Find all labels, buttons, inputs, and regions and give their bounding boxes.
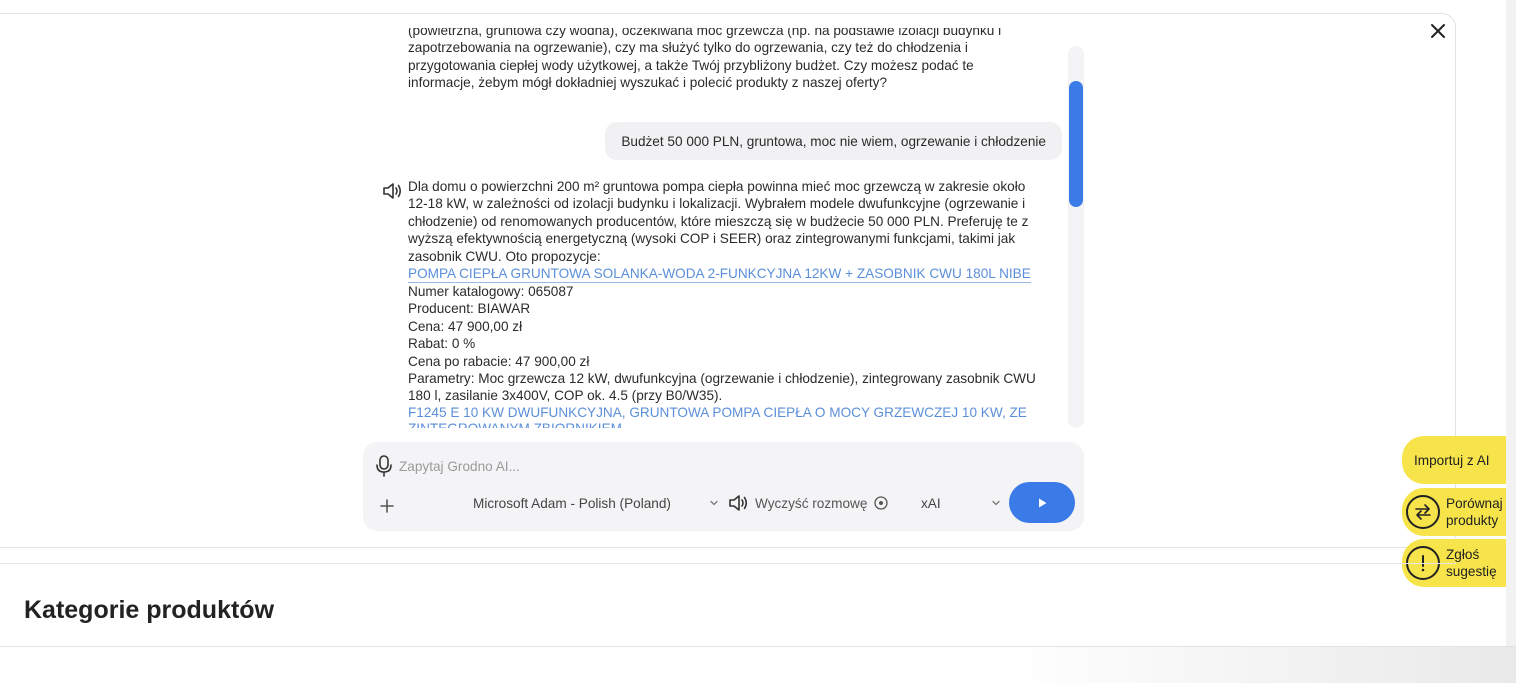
clear-conversation-button[interactable]: Wyczyść rozmowę	[727, 491, 889, 515]
assistant-message-line: zapotrzebowania na ogrzewanie), czy ma s…	[408, 40, 968, 56]
product-link[interactable]: F1245 E 10 KW DWUFUNKCYJNA, GRUNTOWA POM…	[408, 405, 1048, 428]
close-icon	[1431, 24, 1445, 38]
play-icon	[1039, 498, 1047, 507]
section-title: Kategorie produktów	[24, 596, 275, 624]
report-suggestion-label-line2: sugestię	[1446, 564, 1497, 579]
category-strip	[0, 646, 1516, 683]
clear-icon	[874, 496, 889, 510]
import-from-ai-label: Importuj z AI	[1414, 452, 1490, 468]
import-from-ai-button[interactable]: Importuj z AI	[1402, 436, 1516, 484]
assistant-message-line: (powietrzna, gruntowa czy wodna), oczeki…	[408, 28, 1002, 38]
product-parameters: Parametry: Moc grzewcza 12 kW, dwufunkcy…	[408, 371, 1036, 404]
product-link[interactable]: POMPA CIEPŁA GRUNTOWA SOLANKA-WODA 2-FUN…	[408, 266, 1031, 284]
voice-select[interactable]: Microsoft Adam - Polish (Poland)	[473, 491, 719, 515]
chat-input[interactable]	[399, 452, 1059, 480]
compare-icon	[1406, 495, 1440, 529]
assistant-message-previous: (powietrzna, gruntowa czy wodna), oczeki…	[408, 28, 1048, 92]
model-select-value: xAI	[921, 495, 941, 511]
compare-products-label-line1: Porównaj	[1446, 496, 1503, 511]
product-discount: Rabat: 0 %	[408, 336, 476, 352]
send-button[interactable]	[1009, 482, 1075, 523]
product-price-after-discount: Cena po rabacie: 47 900,00 zł	[408, 353, 590, 369]
plus-icon	[380, 499, 394, 513]
divider	[0, 563, 1456, 564]
compare-products-button[interactable]: Porównaj produkty	[1402, 488, 1516, 536]
chevron-down-icon	[710, 500, 718, 506]
add-attachment-button[interactable]	[377, 496, 397, 516]
chevron-down-icon	[992, 500, 1000, 506]
chat-scrollbar-thumb[interactable]	[1069, 81, 1083, 207]
voice-select-value: Microsoft Adam - Polish (Poland)	[473, 495, 671, 511]
compare-products-label-line2: produkty	[1446, 513, 1499, 528]
assistant-message-line: przygotowania ciepłej wody użytkowej, a …	[408, 57, 974, 73]
close-chat-button[interactable]	[1426, 19, 1450, 43]
page: (powietrzna, gruntowa czy wodna), oczeki…	[0, 0, 1516, 683]
assistant-message-line: informacje, żebym mógł dokładniej wyszuk…	[408, 75, 888, 91]
model-select[interactable]: xAI	[921, 491, 1001, 515]
page-scrollbar[interactable]	[1506, 0, 1516, 683]
product-price: Cena: 47 900,00 zł	[408, 318, 523, 334]
clear-conversation-label: Wyczyść rozmowę	[755, 495, 868, 511]
speaker-icon	[729, 495, 748, 511]
chat-composer: Microsoft Adam - Polish (Poland) Wyczyść…	[363, 442, 1084, 531]
product-producer: Producent: BIAWAR	[408, 301, 531, 317]
assistant-intro: Dla domu o powierzchni 200 m² gruntowa p…	[408, 179, 1029, 264]
microphone-icon[interactable]	[373, 454, 395, 478]
user-message: Budżet 50 000 PLN, gruntowa, moc nie wie…	[605, 122, 1062, 160]
assistant-message: Dla domu o powierzchni 200 m² gruntowa p…	[408, 178, 1048, 428]
speaker-icon[interactable]	[381, 181, 403, 201]
chat-messages[interactable]: (powietrzna, gruntowa czy wodna), oczeki…	[364, 28, 1068, 428]
product-catalog-number: Numer katalogowy: 065087	[408, 284, 574, 300]
report-suggestion-label-line1: Zgłoś	[1446, 547, 1480, 562]
